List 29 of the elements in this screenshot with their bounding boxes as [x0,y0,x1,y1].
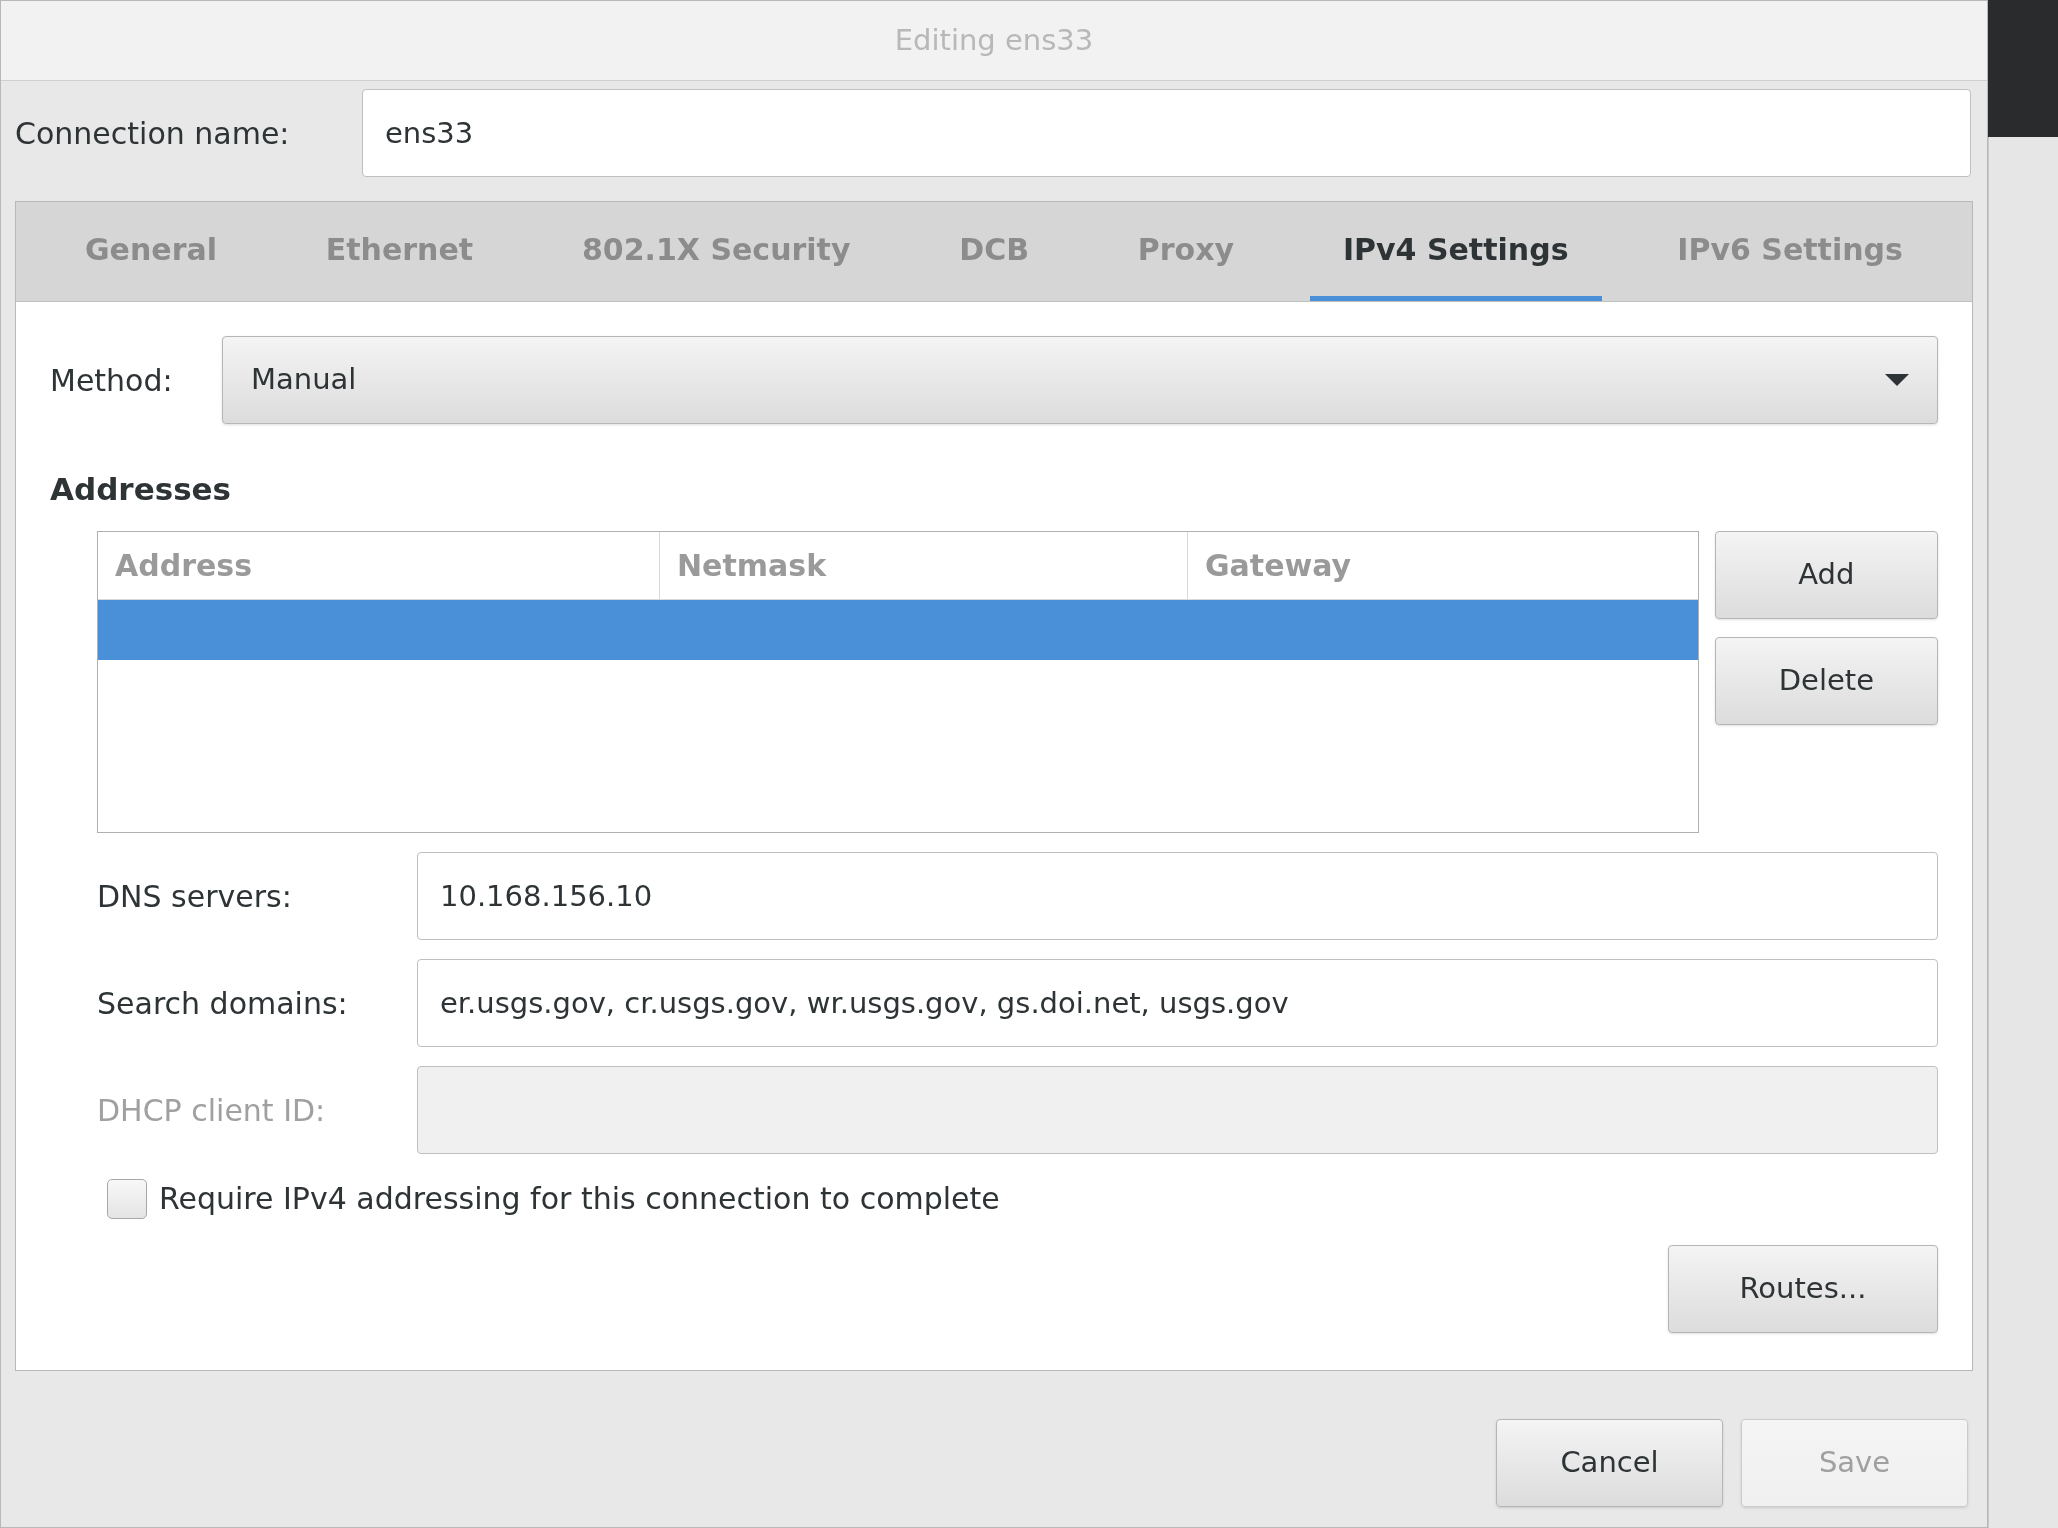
tab[interactable]: Ethernet [292,202,507,301]
routes-button[interactable]: Routes... [1668,1245,1938,1333]
section-heading: Addresses [50,474,233,505]
table-action-button[interactable]: Add [1714,531,1938,619]
checkbox-label: Require IPv4 addressing for this connection to complete [159,1180,1000,1218]
field-label: DHCP client ID: [97,1091,327,1130]
text-field[interactable]: 10.168.156.10 [417,852,1938,940]
field-label: Method: [50,361,174,400]
column-header[interactable]: Netmask [660,532,1188,599]
table-action-button[interactable]: Delete [1714,637,1938,725]
tab[interactable]: DCB [926,202,1063,301]
dialog-button[interactable]: Cancel [1496,1419,1723,1507]
field-label: DNS servers: [97,877,293,916]
column-header[interactable]: Gateway [1188,532,1698,599]
field-label: Connection name: [15,114,291,153]
window-title: Editing ens33 [894,21,1094,59]
column-header[interactable]: Address [98,532,660,599]
method-dropdown[interactable]: Manual [222,336,1938,424]
tab[interactable]: 802.1X Security [548,202,884,301]
dropdown-arrow-icon [1885,374,1909,386]
text-field[interactable]: er.usgs.gov, cr.usgs.gov, wr.usgs.gov, gs.doi.net, usgs.gov [417,959,1938,1047]
tab[interactable]: IPv4 Settings [1309,202,1602,301]
field-label: Search domains: [97,984,349,1023]
checkbox[interactable] [107,1178,147,1219]
tab[interactable]: IPv6 Settings [1644,202,1936,301]
tab[interactable]: General [52,202,250,301]
table-row[interactable] [98,600,1698,660]
connection-name-field[interactable]: ens33 [362,89,1971,177]
tab[interactable]: Proxy [1104,202,1268,301]
